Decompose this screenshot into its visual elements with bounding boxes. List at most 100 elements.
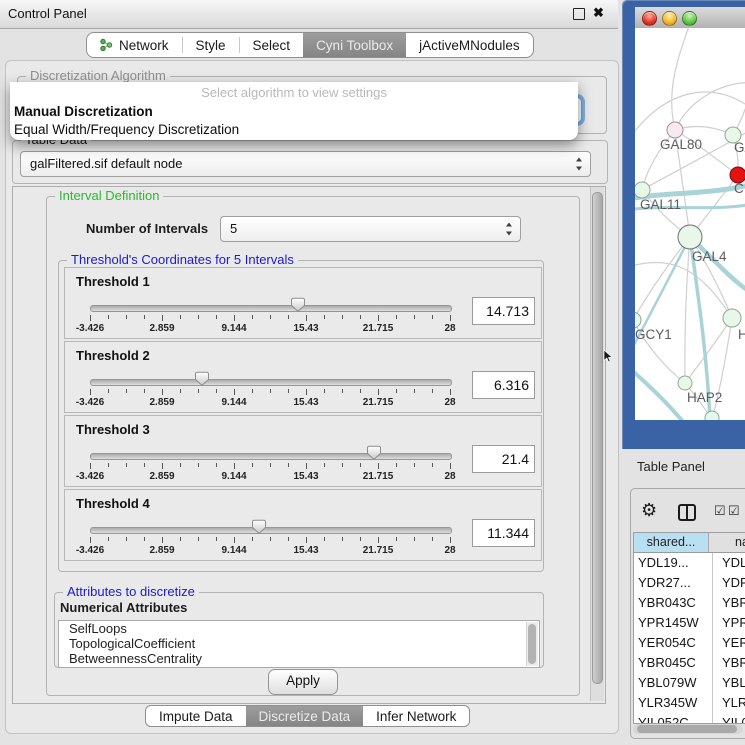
network-node-h[interactable]	[723, 309, 741, 327]
tab-jactivemnodules[interactable]: jActiveMNodules	[406, 33, 533, 57]
network-edge-highlighted[interactable]	[635, 366, 685, 420]
network-window-titlebar[interactable]	[635, 7, 745, 29]
table-cell[interactable]: YBR0	[713, 593, 745, 613]
column-header-na[interactable]: na	[709, 533, 745, 552]
table-cell[interactable]: YBR043C	[634, 593, 713, 613]
attribute-list-item[interactable]: SelfLoops	[59, 621, 539, 636]
table-cell[interactable]: YER0	[713, 633, 745, 653]
table-row[interactable]: YBR043CYBR0	[634, 593, 745, 613]
table-cell[interactable]: YBL079W	[634, 673, 713, 693]
table-row[interactable]: YPR145WYPR1	[634, 613, 745, 633]
slider-tick	[288, 389, 289, 393]
table-row[interactable]: YDR27...YDR2	[634, 573, 745, 593]
table-cell[interactable]: YDL1	[713, 553, 745, 573]
table-cell[interactable]: YLR345W	[634, 693, 713, 713]
table-row[interactable]: YLR345WYLR3	[634, 693, 745, 713]
table-row[interactable]: YBL079WYBL0	[634, 673, 745, 693]
table-cell[interactable]: YER054C	[634, 633, 713, 653]
tab-select[interactable]: Select	[240, 33, 304, 57]
vertical-scrollbar-thumb[interactable]	[592, 192, 603, 684]
threshold-slider-thumb[interactable]	[251, 519, 267, 535]
tab-cyni-toolbox[interactable]: Cyni Toolbox	[303, 33, 406, 57]
network-canvas[interactable]: GAL80GACGAL11GAL4GCY1HHAP2	[635, 28, 745, 420]
zoom-traffic-light-icon[interactable]	[682, 11, 697, 26]
table-cell[interactable]: YLR3	[713, 693, 745, 713]
threshold-value-field[interactable]: 6.316	[472, 371, 535, 399]
table-row[interactable]: YER054CYER0	[634, 633, 745, 653]
network-node-gal4[interactable]	[678, 225, 702, 249]
close-icon[interactable]: ✖	[593, 5, 604, 21]
tab-impute-data[interactable]: Impute Data	[146, 706, 246, 726]
tab-discretize-data[interactable]: Discretize Data	[246, 706, 364, 726]
list-scrollbar-thumb[interactable]	[528, 624, 536, 664]
node-attribute-table[interactable]: shared...naYDL19...YDL1YDR27...YDR2YBR04…	[633, 532, 745, 724]
number-of-intervals-combobox[interactable]: 5	[220, 216, 521, 242]
slider-tick	[270, 389, 271, 393]
threshold-value-field[interactable]: 21.4	[472, 445, 535, 473]
threshold-slider-thumb[interactable]	[194, 371, 210, 387]
dropdown-placeholder-item[interactable]: Select algorithm to view settings	[10, 82, 578, 103]
checkbox-icon[interactable]: ☑	[728, 503, 740, 519]
dropdown-option-equal-width-frequency[interactable]: Equal Width/Frequency Discretization	[10, 121, 578, 139]
network-edge[interactable]	[685, 237, 690, 383]
combo-stepper-icon[interactable]	[576, 158, 583, 171]
attribute-list-item[interactable]: TopologicalCoefficient	[59, 636, 539, 651]
threshold-slider-track[interactable]	[90, 453, 452, 460]
network-edge[interactable]	[635, 237, 690, 320]
threshold-slider-track[interactable]	[90, 379, 452, 386]
column-header-shared-[interactable]: shared...	[634, 533, 709, 552]
threshold-slider-thumb[interactable]	[366, 445, 382, 461]
combo-stepper-icon[interactable]	[506, 223, 513, 236]
table-cell[interactable]: YBL0	[713, 673, 745, 693]
columns-icon[interactable]	[678, 504, 696, 521]
checkbox-icon[interactable]: ☑	[714, 503, 726, 519]
slider-tick	[396, 537, 397, 541]
table-row[interactable]: YBR045CYBR0	[634, 653, 745, 673]
table-row[interactable]: YIL052CYIL0	[634, 713, 745, 724]
slider-tick	[324, 315, 325, 319]
tab-label: Network	[119, 38, 169, 53]
numerical-attributes-list[interactable]: SelfLoopsTopologicalCoefficientBetweenne…	[58, 620, 540, 668]
apply-button[interactable]: Apply	[268, 669, 338, 695]
network-edge[interactable]	[672, 28, 690, 130]
network-edge[interactable]	[733, 78, 745, 135]
table-cell[interactable]: YIL0	[713, 713, 745, 724]
network-edge[interactable]	[635, 263, 732, 318]
close-traffic-light-icon[interactable]	[642, 11, 657, 26]
network-node-gcy1[interactable]	[635, 312, 641, 328]
threshold-value-field[interactable]: 11.344	[472, 519, 535, 547]
tab-network[interactable]: Network	[87, 33, 182, 57]
slider-tick-label: -3.426	[60, 471, 120, 482]
network-node-hap2[interactable]	[678, 376, 692, 390]
threshold-slider-track[interactable]	[90, 527, 452, 534]
table-row[interactable]: YDL19...YDL1	[634, 553, 745, 573]
table-cell[interactable]: YDR27...	[634, 573, 713, 593]
attribute-list-item[interactable]: BetweennessCentrality	[59, 651, 539, 666]
minimize-traffic-light-icon[interactable]	[662, 11, 677, 26]
gear-icon[interactable]: ⚙	[641, 500, 657, 521]
network-node-gal11[interactable]	[635, 182, 650, 198]
table-cell[interactable]: YBR0	[713, 653, 745, 673]
dropdown-option-manual-discretization[interactable]: Manual Discretization	[10, 103, 578, 121]
threshold-slider-track[interactable]	[90, 305, 452, 312]
table-cell[interactable]: YIL052C	[634, 713, 713, 724]
table-cell[interactable]: YPR145W	[634, 613, 713, 633]
threshold-value-field[interactable]: 14.713	[472, 297, 535, 325]
float-window-icon[interactable]	[573, 8, 585, 20]
table-data-combobox[interactable]: galFiltered.sif default node	[20, 151, 591, 177]
table-cell[interactable]: YDL19...	[634, 553, 713, 573]
table-cell[interactable]: YDR2	[713, 573, 745, 593]
network-node-gal80[interactable]	[667, 122, 683, 138]
network-node[interactable]	[705, 411, 719, 420]
network-view-window[interactable]: GAL80GACGAL11GAL4GCY1HHAP2	[622, 0, 745, 449]
network-edge[interactable]	[675, 126, 733, 135]
threshold-slider-thumb[interactable]	[290, 297, 306, 313]
table-cell[interactable]: YBR045C	[634, 653, 713, 673]
list-scrollbar-track[interactable]	[526, 622, 538, 666]
horizontal-scrollbar-thumb[interactable]	[637, 725, 737, 733]
slider-tick	[162, 315, 163, 321]
tab-infer-network[interactable]: Infer Network	[363, 706, 469, 726]
table-cell[interactable]: YPR1	[713, 613, 745, 633]
tab-style[interactable]: Style	[183, 33, 239, 57]
network-edge[interactable]	[675, 83, 745, 130]
